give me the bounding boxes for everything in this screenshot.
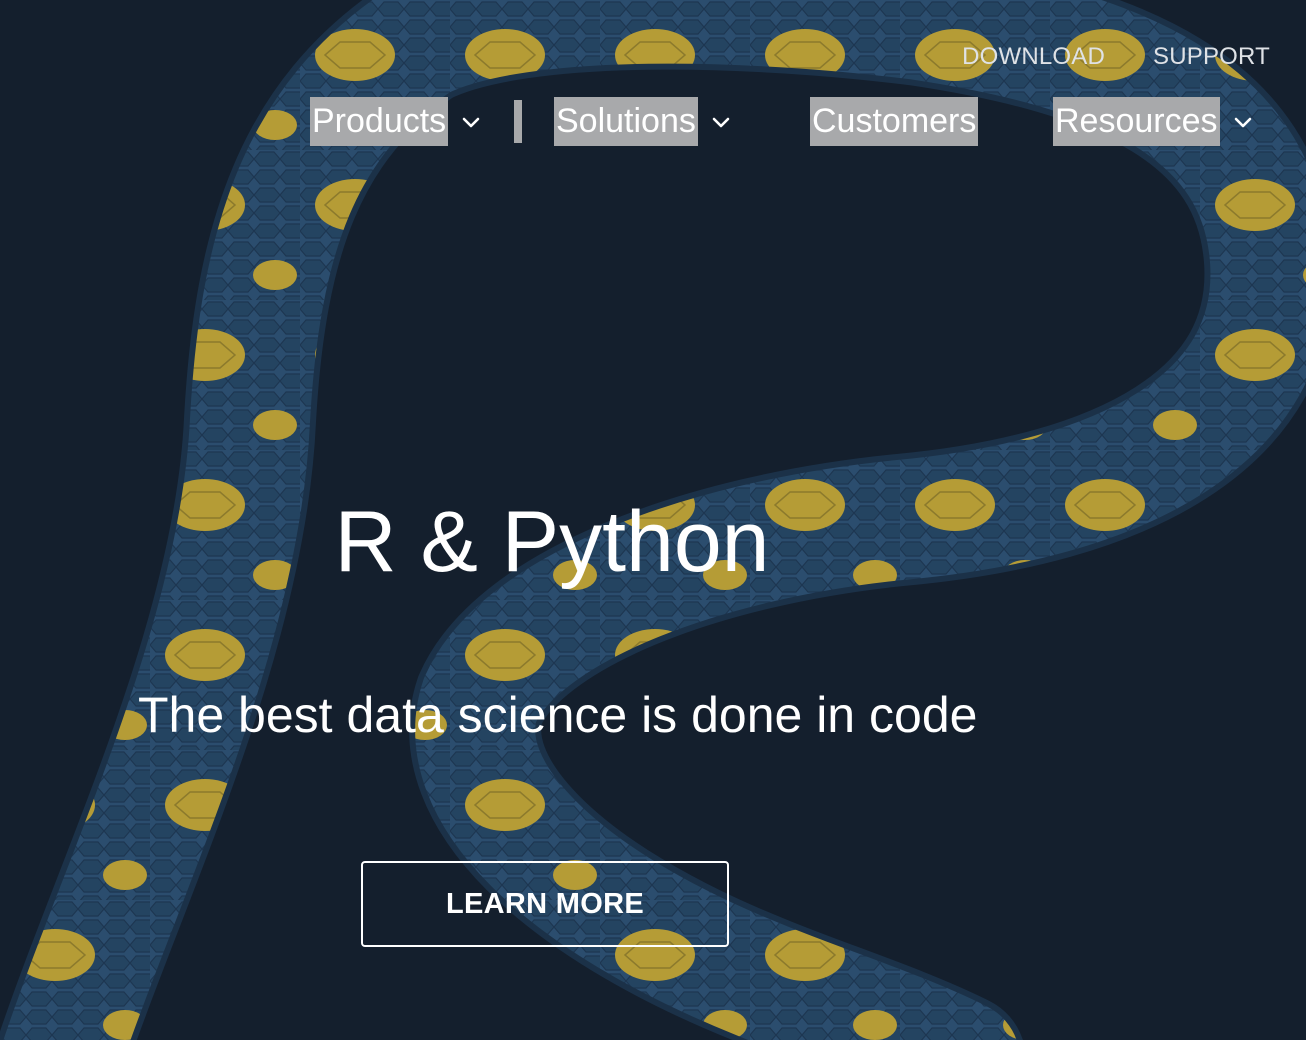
nav-item-products[interactable]: Products — [310, 97, 482, 146]
nav-item-label: Customers — [810, 97, 979, 146]
main-nav: Products Solutions Customers Resources — [0, 97, 1306, 147]
nav-item-label: Resources — [1053, 97, 1220, 146]
nav-item-label: Products — [310, 97, 449, 146]
hero-subtitle: The best data science is done in code — [138, 687, 978, 743]
learn-more-button[interactable]: LEARN MORE — [361, 861, 729, 947]
nav-item-resources[interactable]: Resources — [1053, 97, 1254, 146]
nav-item-solutions[interactable]: Solutions — [554, 97, 732, 146]
nav-item-customers[interactable]: Customers — [810, 97, 979, 146]
page: DOWNLOAD SUPPORT Products Solutions Cust… — [0, 0, 1306, 1040]
utility-nav: DOWNLOAD SUPPORT — [962, 42, 1270, 72]
chevron-down-icon — [712, 117, 730, 127]
support-link[interactable]: SUPPORT — [1153, 42, 1270, 72]
download-link[interactable]: DOWNLOAD — [962, 42, 1105, 72]
nav-divider — [514, 100, 522, 143]
hero-title: R & Python — [334, 494, 770, 590]
chevron-down-icon — [462, 117, 480, 127]
nav-item-label: Solutions — [554, 97, 698, 146]
chevron-down-icon — [1234, 117, 1251, 127]
